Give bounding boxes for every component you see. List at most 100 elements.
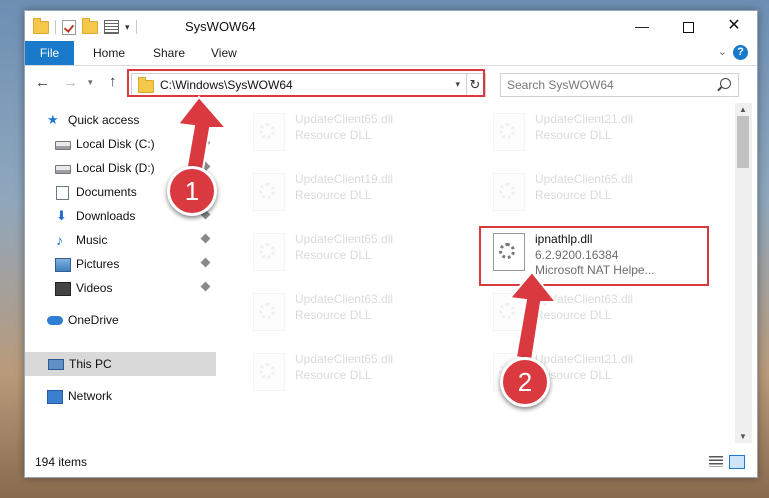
maximize-button[interactable] [665, 11, 711, 41]
new-folder-icon[interactable] [82, 17, 98, 34]
file-item[interactable]: UpdateClient65.dll Resource DLL [479, 163, 704, 217]
sidebar-item-pictures[interactable]: Pictures [55, 252, 216, 276]
sidebar-item-label: Videos [76, 281, 113, 295]
dll-file-icon [253, 353, 285, 391]
dll-file-icon [253, 293, 285, 331]
help-icon[interactable]: ? [733, 45, 748, 60]
maximize-icon [682, 21, 694, 33]
vertical-scrollbar[interactable]: ▲ ▼ [735, 103, 752, 443]
file-name: UpdateClient63.dll [295, 292, 394, 306]
sidebar-item-quick-access[interactable]: ★ Quick access [47, 108, 212, 132]
sidebar-item-network[interactable]: Network [47, 384, 212, 408]
quick-access-toolbar: ▾ [33, 17, 137, 36]
dll-file-icon [253, 113, 285, 151]
tab-share[interactable]: Share [153, 41, 185, 65]
pin-icon[interactable] [200, 281, 211, 292]
search-placeholder: Search SysWOW64 [507, 78, 614, 92]
sidebar-item-this-pc[interactable]: This PC [25, 352, 216, 376]
expand-ribbon-chevron-icon[interactable]: ⌄ [718, 45, 727, 58]
close-button[interactable]: ✕ [711, 11, 757, 41]
toolbar-divider [135, 20, 137, 34]
sidebar-item-label: This PC [69, 357, 112, 371]
sidebar-item-onedrive[interactable]: OneDrive [47, 308, 212, 332]
window-title: SysWOW64 [185, 19, 256, 34]
sidebar-item-label: OneDrive [68, 313, 119, 327]
back-arrow-icon[interactable]: ← [35, 74, 50, 91]
properties-icon[interactable] [62, 19, 76, 35]
tab-home[interactable]: Home [93, 41, 125, 65]
callout-badge-two: 2 [500, 357, 550, 407]
downloads-icon: ⬇ [56, 208, 67, 223]
folder-icon [33, 17, 49, 34]
tab-file[interactable]: File [25, 41, 74, 65]
forward-arrow-icon[interactable]: → [63, 74, 78, 91]
recent-locations-chevron-icon[interactable]: ▾ [88, 77, 93, 88]
view-options-icon[interactable] [104, 20, 119, 34]
file-description: Resource DLL [295, 368, 372, 382]
pictures-icon [55, 258, 71, 272]
scroll-down-icon[interactable]: ▼ [739, 432, 747, 441]
tab-view[interactable]: View [211, 41, 237, 65]
file-name: UpdateClient21.dll [535, 112, 634, 126]
callout-badge-one: 1 [167, 166, 217, 216]
file-name: UpdateClient63.dll [535, 292, 634, 306]
dll-file-icon [253, 233, 285, 271]
pin-icon[interactable] [200, 137, 211, 148]
sidebar-item-label: Local Disk (C:) [76, 137, 155, 151]
scroll-up-icon[interactable]: ▲ [739, 105, 747, 114]
file-name: UpdateClient65.dll [535, 172, 634, 186]
file-description: Resource DLL [535, 188, 612, 202]
computer-icon [48, 359, 64, 370]
file-item[interactable]: UpdateClient65.dll Resource DLL [239, 103, 464, 157]
minimize-button[interactable]: — [619, 11, 665, 41]
file-name: UpdateClient65.dll [295, 112, 394, 126]
file-item[interactable]: UpdateClient63.dll Resource DLL [479, 283, 704, 337]
sidebar-item-label: Network [68, 389, 113, 403]
documents-icon [56, 186, 69, 200]
file-item[interactable]: UpdateClient63.dll Resource DLL [239, 283, 464, 337]
title-bar: ▾ SysWOW64 — ✕ [25, 11, 757, 41]
disk-icon [55, 165, 71, 174]
sidebar-item-music[interactable]: ♪ Music [55, 228, 216, 252]
file-item[interactable]: UpdateClient65.dll Resource DLL [239, 223, 464, 277]
file-description: Resource DLL [295, 248, 372, 262]
dll-file-icon [493, 113, 525, 151]
file-name: UpdateClient21.dll [535, 352, 634, 366]
file-highlight-box [479, 226, 709, 286]
sidebar-item-local-disk-c[interactable]: Local Disk (C:) [55, 132, 216, 156]
file-description: Resource DLL [535, 308, 612, 322]
scrollbar-thumb[interactable] [737, 116, 749, 168]
file-item[interactable]: UpdateClient65.dll Resource DLL [239, 343, 464, 397]
file-item[interactable]: UpdateClient19.dll Resource DLL [239, 163, 464, 217]
dll-file-icon [493, 173, 525, 211]
music-icon: ♪ [56, 232, 63, 248]
pin-icon[interactable] [200, 257, 211, 268]
file-name: UpdateClient65.dll [295, 352, 394, 366]
sidebar-item-label: Downloads [76, 209, 136, 223]
network-icon [47, 390, 63, 404]
sidebar-item-label: Documents [76, 185, 137, 199]
file-name: UpdateClient65.dll [295, 232, 394, 246]
sidebar-item-videos[interactable]: Videos [55, 276, 216, 300]
details-view-icon[interactable] [709, 456, 723, 467]
customize-toolbar-chevron-icon[interactable]: ▾ [125, 22, 130, 33]
star-icon: ★ [47, 112, 59, 127]
file-name: UpdateClient19.dll [295, 172, 394, 186]
sidebar-item-label: Quick access [68, 113, 140, 127]
onedrive-cloud-icon [47, 316, 63, 325]
sidebar-item-label: Music [76, 233, 108, 247]
file-item[interactable]: UpdateClient21.dll Resource DLL [479, 103, 704, 157]
videos-icon [55, 282, 71, 296]
large-icons-view-icon[interactable] [729, 455, 745, 469]
file-description: Resource DLL [535, 128, 612, 142]
address-highlight-box [127, 69, 485, 97]
toolbar-divider [55, 20, 56, 34]
sidebar-item-label: Local Disk (D:) [76, 161, 155, 175]
pin-icon[interactable] [200, 233, 211, 244]
up-arrow-icon[interactable]: ↑ [109, 73, 117, 90]
dll-file-icon [253, 173, 285, 211]
file-description: Resource DLL [295, 188, 372, 202]
search-input[interactable]: Search SysWOW64 [500, 73, 739, 97]
search-icon [720, 78, 731, 89]
disk-icon [55, 141, 71, 150]
